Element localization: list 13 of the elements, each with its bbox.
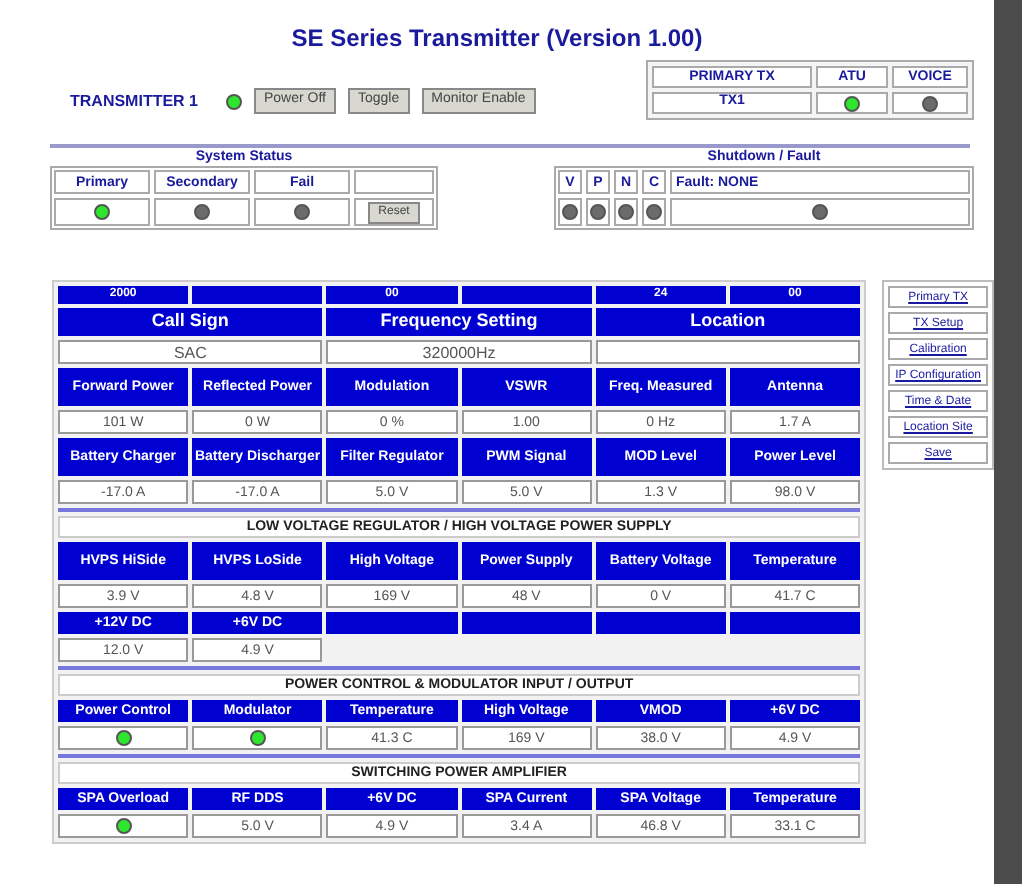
column-header: Frequency Setting: [326, 308, 592, 336]
header-cell: [461, 286, 592, 304]
page-title: SE Series Transmitter (Version 1.00): [289, 22, 705, 56]
header-cell: [461, 612, 592, 634]
header-cell: [326, 612, 458, 634]
header-cell: [595, 612, 726, 634]
transmitter-label: TRANSMITTER 1: [70, 89, 198, 113]
header-cell: [192, 286, 323, 304]
column-header: Call Sign: [58, 308, 323, 336]
value-cell: 320000Hz: [326, 340, 592, 364]
header-cell: [729, 612, 861, 634]
value-cell: SAC: [58, 340, 323, 364]
column-header: Location: [595, 308, 861, 336]
